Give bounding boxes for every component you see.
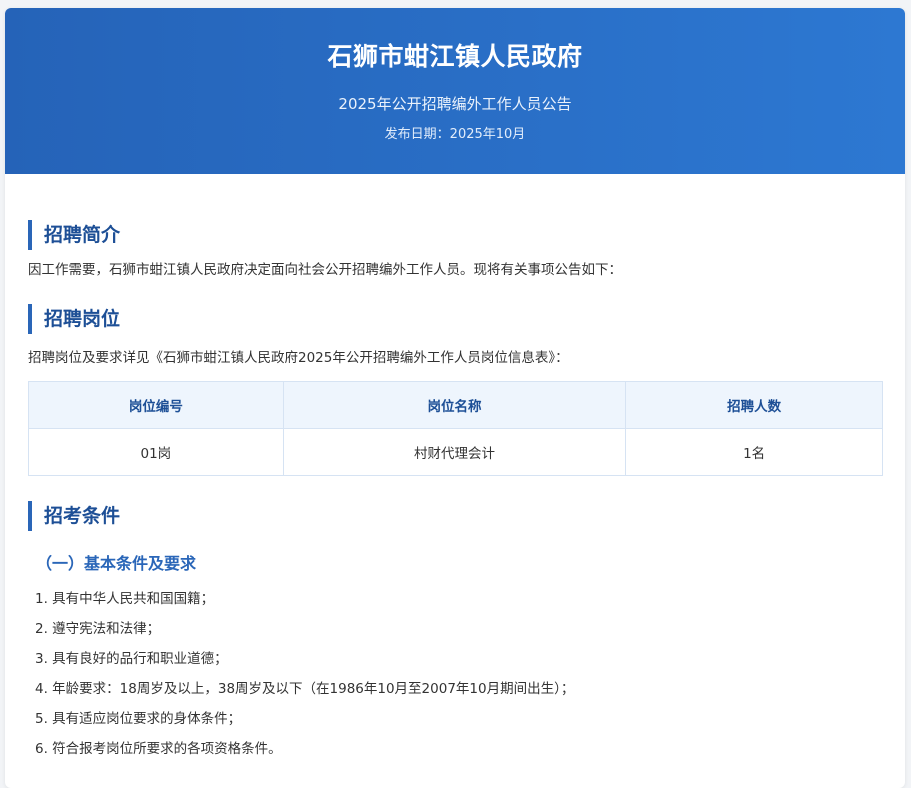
column-header-headcount: 招聘人数 xyxy=(625,381,883,429)
section-heading-positions: 招聘岗位 xyxy=(28,304,883,334)
section-heading-conditions: 招考条件 xyxy=(28,501,883,531)
cell-position-name: 村财代理会计 xyxy=(282,428,627,476)
header-banner: 石狮市蚶江镇人民政府 2025年公开招聘编外工作人员公告 发布日期：2025年1… xyxy=(5,8,905,174)
column-header-position-id: 岗位编号 xyxy=(28,381,284,429)
list-item: 1. 具有中华人民共和国国籍； xyxy=(35,591,215,607)
table-header-row: 岗位编号 岗位名称 招聘人数 xyxy=(28,381,883,429)
subheading-basic-requirements: （一）基本条件及要求 xyxy=(36,554,197,573)
announcement-card: 石狮市蚶江镇人民政府 2025年公开招聘编外工作人员公告 发布日期：2025年1… xyxy=(5,8,905,788)
list-item: 3. 具有良好的品行和职业道德； xyxy=(35,651,228,667)
requirements-list: 1. 具有中华人民共和国国籍； 2. 遵守宪法和法律； 3. 具有良好的品行和职… xyxy=(28,584,883,764)
column-header-position-name: 岗位名称 xyxy=(282,381,627,429)
page-title: 石狮市蚶江镇人民政府 xyxy=(327,42,583,71)
cell-position-id: 01岗 xyxy=(28,428,284,476)
table-row: 01岗 村财代理会计 1名 xyxy=(28,428,883,476)
list-item: 5. 具有适应岗位要求的身体条件； xyxy=(35,711,242,727)
cell-headcount: 1名 xyxy=(625,428,883,476)
intro-paragraph: 因工作需要，石狮市蚶江镇人民政府决定面向社会公开招聘编外工作人员。现将有关事项公… xyxy=(28,262,622,278)
publish-date: 发布日期：2025年10月 xyxy=(384,127,526,142)
article-body: 招聘简介 因工作需要，石狮市蚶江镇人民政府决定面向社会公开招聘编外工作人员。现将… xyxy=(5,220,905,764)
positions-paragraph: 招聘岗位及要求详见《石狮市蚶江镇人民政府2025年公开招聘编外工作人员岗位信息表… xyxy=(28,350,569,366)
section-heading-intro: 招聘简介 xyxy=(28,220,883,250)
list-item: 2. 遵守宪法和法律； xyxy=(35,621,161,637)
page-subtitle: 2025年公开招聘编外工作人员公告 xyxy=(338,95,572,113)
list-item: 4. 年龄要求：18周岁及以上，38周岁及以下（在1986年10月至2007年1… xyxy=(35,681,575,697)
list-item: 6. 符合报考岗位所要求的各项资格条件。 xyxy=(35,741,282,757)
positions-table: 岗位编号 岗位名称 招聘人数 01岗 村财代理会计 1名 xyxy=(28,381,883,476)
